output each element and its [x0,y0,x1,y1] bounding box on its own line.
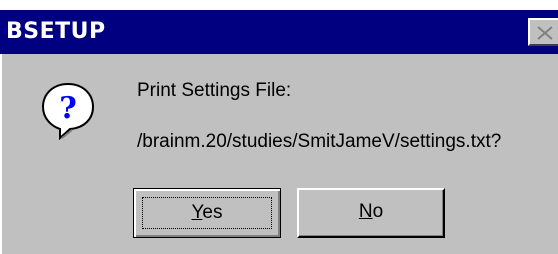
question-icon: ? [40,82,96,141]
no-mnemonic: N [358,201,373,222]
no-button[interactable]: No [297,188,445,238]
top-strip [0,0,558,10]
close-icon [537,26,553,40]
message-line-2: /brainm.20/studies/SmitJameV/settings.tx… [137,131,502,152]
no-button-label: No [299,201,443,223]
no-label-rest: o [372,201,384,222]
yes-button-label: Yes [134,202,280,224]
window-title: BSETUP [6,19,106,44]
yes-button[interactable]: Yes [133,188,281,238]
yes-label-rest: es [202,202,223,223]
title-bar[interactable]: BSETUP [0,10,558,54]
svg-text:?: ? [59,91,77,126]
message-line-1: Print Settings File: [137,80,292,101]
yes-mnemonic: Y [191,202,203,223]
close-button[interactable] [528,18,558,46]
